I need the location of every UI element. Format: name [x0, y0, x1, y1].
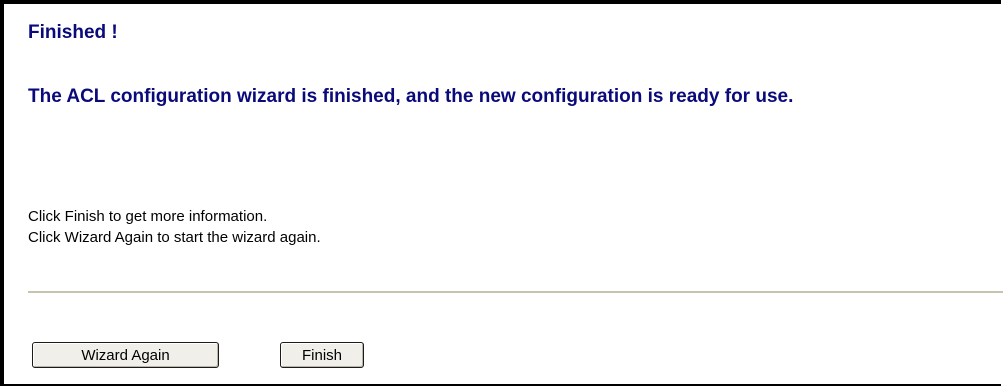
page-title: Finished ! — [28, 22, 118, 43]
instruction-finish: Click Finish to get more information. — [28, 208, 268, 225]
wizard-panel: Finished ! The ACL configuration wizard … — [0, 0, 1003, 386]
instructions: Click Finish to get more information. Cl… — [28, 206, 321, 248]
completion-message: The ACL configuration wizard is finished… — [28, 86, 794, 107]
divider — [28, 291, 1003, 293]
instruction-wizard-again: Click Wizard Again to start the wizard a… — [28, 229, 321, 246]
finish-button[interactable]: Finish — [280, 342, 364, 368]
wizard-again-button[interactable]: Wizard Again — [32, 342, 219, 368]
